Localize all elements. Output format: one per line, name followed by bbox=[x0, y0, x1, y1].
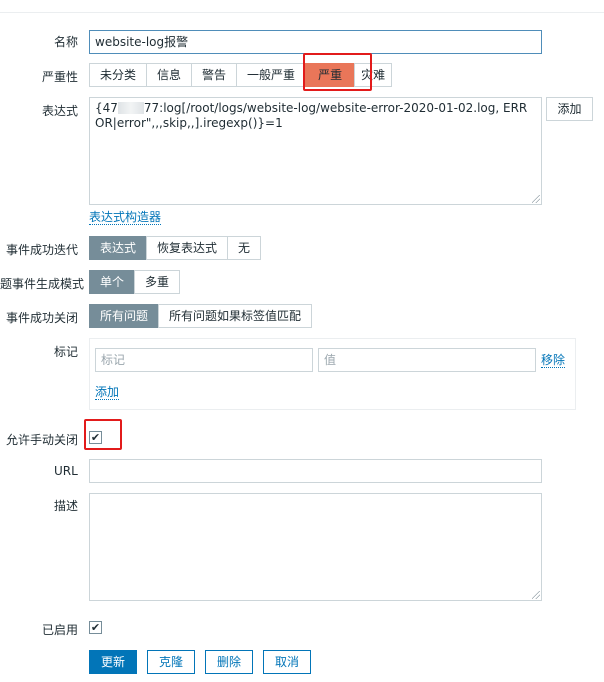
description-resize-handle-icon[interactable] bbox=[532, 591, 540, 599]
redacted-host-block bbox=[117, 102, 144, 114]
enabled-checkbox[interactable]: ✔ bbox=[89, 621, 102, 634]
name-input[interactable]: website-log报警 bbox=[89, 30, 542, 54]
delete-button[interactable]: 删除 bbox=[205, 650, 253, 674]
severity-option-average[interactable]: 一般严重 bbox=[236, 63, 307, 87]
ok-event-option-recovery-expression[interactable]: 恢复表达式 bbox=[146, 236, 229, 260]
tag-value-placeholder: 值 bbox=[324, 353, 337, 367]
ok-event-closes-selector: 所有问题 所有问题如果标签值匹配 bbox=[89, 304, 313, 328]
problem-mode-selector: 单个 多重 bbox=[89, 270, 181, 294]
url-label: URL bbox=[54, 464, 78, 478]
tag-name-input[interactable]: 标记 bbox=[95, 348, 313, 372]
problem-mode-label: 题事件生成模式 bbox=[0, 277, 85, 291]
severity-highlight-box bbox=[303, 53, 372, 91]
severity-label: 严重性 bbox=[42, 70, 79, 84]
expression-text: 77:log[/root/logs/website-log/website-er… bbox=[95, 101, 528, 130]
expression-label: 表达式 bbox=[42, 104, 79, 118]
expression-builder-link[interactable]: 表达式构造器 bbox=[89, 210, 162, 225]
ok-event-generation-selector: 表达式 恢复表达式 无 bbox=[89, 236, 262, 260]
url-input[interactable] bbox=[89, 459, 542, 483]
ok-event-option-none[interactable]: 无 bbox=[227, 236, 262, 260]
top-divider bbox=[0, 12, 604, 13]
tag-remove-link[interactable]: 移除 bbox=[541, 353, 566, 368]
expression-prefix: {47 bbox=[95, 101, 118, 115]
severity-option-warning[interactable]: 警告 bbox=[191, 63, 238, 87]
problem-mode-option-multiple[interactable]: 多重 bbox=[134, 270, 181, 294]
ok-event-generation-label: 事件成功迭代 bbox=[6, 243, 79, 257]
update-button[interactable]: 更新 bbox=[89, 650, 137, 674]
severity-option-information[interactable]: 信息 bbox=[146, 63, 193, 87]
ok-close-option-tag-match[interactable]: 所有问题如果标签值匹配 bbox=[158, 304, 313, 328]
clone-button[interactable]: 克隆 bbox=[147, 650, 195, 674]
expression-textarea[interactable]: {47 77:log[/root/logs/website-log/website… bbox=[89, 97, 542, 205]
tags-label: 标记 bbox=[54, 345, 79, 359]
ok-event-option-expression[interactable]: 表达式 bbox=[89, 236, 148, 260]
enabled-checkmark-icon: ✔ bbox=[90, 621, 101, 634]
severity-option-not-classified[interactable]: 未分类 bbox=[89, 63, 148, 87]
description-textarea[interactable] bbox=[89, 493, 542, 601]
ok-close-option-all-problems[interactable]: 所有问题 bbox=[89, 304, 160, 328]
ok-event-closes-label: 事件成功关闭 bbox=[6, 311, 79, 325]
description-label: 描述 bbox=[54, 499, 79, 513]
tag-value-input[interactable]: 值 bbox=[318, 348, 536, 372]
cancel-button[interactable]: 取消 bbox=[263, 650, 311, 674]
resize-handle-icon[interactable] bbox=[532, 195, 540, 203]
enabled-label: 已启用 bbox=[42, 623, 79, 637]
manual-close-label: 允许手动关闭 bbox=[6, 433, 79, 447]
problem-mode-option-single[interactable]: 单个 bbox=[89, 270, 136, 294]
name-label: 名称 bbox=[54, 35, 79, 49]
tag-add-link[interactable]: 添加 bbox=[95, 385, 120, 400]
tag-name-placeholder: 标记 bbox=[101, 353, 126, 367]
expression-add-button[interactable]: 添加 bbox=[546, 97, 593, 121]
manual-close-highlight-box bbox=[84, 419, 122, 450]
